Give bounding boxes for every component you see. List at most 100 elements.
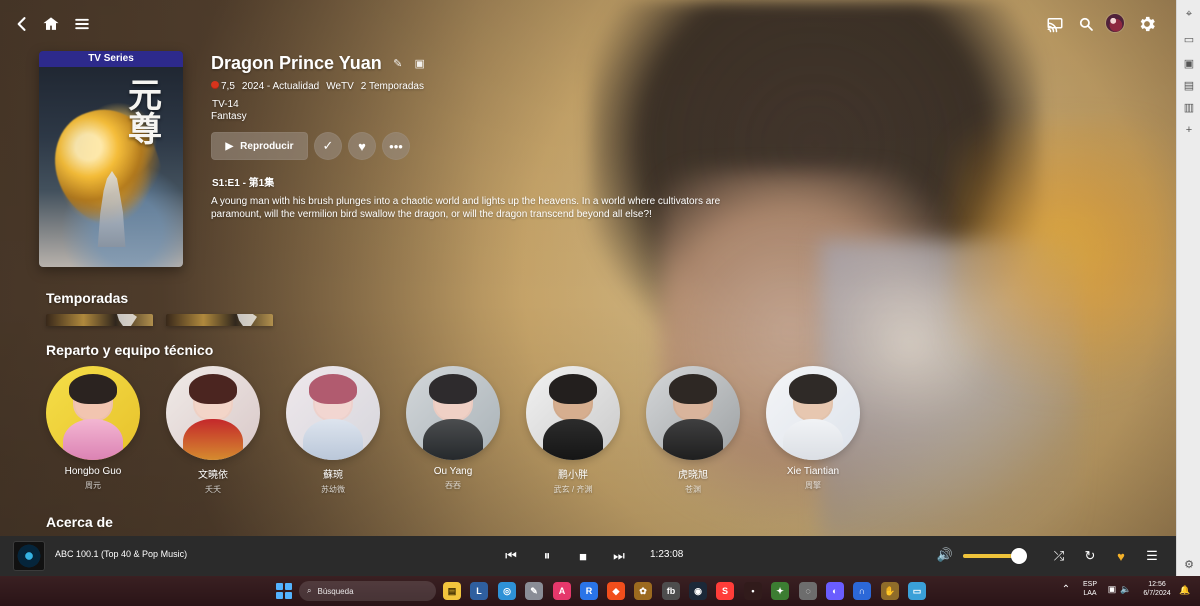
cast-name: 鹏小胖 (558, 470, 588, 481)
start-square (276, 592, 283, 599)
network-name: WeTV (326, 81, 354, 92)
more-icon: ••• (389, 138, 403, 154)
start-square (285, 592, 292, 599)
edit-icon[interactable]: ✎ (392, 57, 404, 70)
back-icon[interactable] (12, 14, 32, 34)
favorite-button[interactable]: ♥ (1111, 546, 1131, 566)
cast-card[interactable]: Hongbo Guo 周元 (46, 366, 140, 494)
taskbar-search[interactable]: ⌕ Búsqueda (299, 581, 436, 601)
cast-avatar (646, 366, 740, 460)
app-icon-fb[interactable]: fb (662, 582, 680, 600)
network-icon[interactable]: ▣ (1107, 584, 1117, 594)
shuffle-button[interactable]: ⤮ (1049, 546, 1069, 566)
station-thumbnail[interactable] (14, 542, 44, 570)
cast-card[interactable]: 虎晓旭 苍渊 (646, 366, 740, 494)
cast-name: 虎晓旭 (678, 470, 708, 481)
browser-icon[interactable]: ◆ (607, 582, 625, 600)
content-rating: TV-14 (212, 99, 239, 110)
hair-shape (428, 373, 478, 404)
pin-icon[interactable]: ⌖ (1183, 8, 1195, 20)
app-icon-a[interactable]: A (553, 582, 571, 600)
pause-button[interactable]: ⏸ (537, 546, 557, 566)
taskbar-clock[interactable]: 12:56 6/7/2024 (1139, 580, 1175, 598)
cast-list: Hongbo Guo 周元 文曉依 夭夭 蘇琬 苏幼微 Ou Yang 吞吞 鹏… (46, 366, 876, 494)
steam-icon[interactable]: ◉ (689, 582, 707, 600)
cast-role: 夭夭 (205, 485, 221, 494)
watched-button[interactable]: ✓ (314, 132, 342, 160)
volume-icon[interactable]: 🔊 (936, 546, 954, 564)
app-icon-dot[interactable]: • (744, 582, 762, 600)
start-button[interactable] (276, 583, 292, 599)
season-thumbnail[interactable] (166, 314, 273, 326)
clock-date: 6/7/2024 (1143, 590, 1171, 597)
favorite-button[interactable]: ♥ (348, 132, 376, 160)
show-title: Dragon Prince Yuan (211, 52, 382, 73)
app-icon-l[interactable]: L (470, 582, 488, 600)
notification-icon[interactable]: 🔔 (1179, 585, 1190, 595)
app-icon-pen[interactable]: ✎ (525, 582, 543, 600)
stop-button[interactable]: ■ (573, 546, 593, 566)
app-icon-r[interactable]: R (580, 582, 598, 600)
start-square (276, 583, 283, 590)
cast-card[interactable]: 文曉依 夭夭 (166, 366, 260, 494)
speaker-icon[interactable]: 🔈 (1120, 584, 1131, 594)
cast-avatar (766, 366, 860, 460)
language-indicator[interactable]: ESP LAA (1079, 580, 1101, 598)
play-button[interactable]: ▶ Reproducir (211, 132, 308, 160)
cast-card[interactable]: Xie Tiantian 周擎 (766, 366, 860, 494)
search-icon[interactable] (1077, 15, 1095, 33)
folder-icon[interactable]: ▭ (1183, 33, 1195, 46)
app-icon-circle[interactable]: ◌ (799, 582, 817, 600)
season-thumbnail[interactable] (46, 314, 153, 326)
repeat-button[interactable]: ↻ (1080, 546, 1100, 566)
file-explorer-icon[interactable]: ▤ (443, 582, 461, 600)
cast-avatar (286, 366, 380, 460)
app-icon-leaf[interactable]: ✦ (771, 582, 789, 600)
next-track-button[interactable]: ⏭ (609, 546, 629, 566)
hair-shape (308, 373, 358, 404)
settings-icon[interactable] (1137, 14, 1157, 34)
discord-icon[interactable]: ◐ (826, 582, 844, 600)
year-range: 2024 - Actualidad (241, 81, 320, 92)
season-art (46, 314, 153, 326)
windows-taskbar: ⌕ Búsqueda ▤ L ◎ ✎ A R ◆ ✿ fb ◉ S • ✦ ◌ … (0, 576, 1200, 606)
sidebar-settings-icon[interactable]: ⚙ (1183, 558, 1195, 571)
cast-avatar (406, 366, 500, 460)
app-icon-s[interactable]: S (716, 582, 734, 600)
tray-chevron-icon[interactable]: ⌃ (1061, 584, 1071, 595)
cast-role: 吞吞 (445, 481, 461, 490)
cast-card[interactable]: 鹏小胖 武玄 / 齐渊 (526, 366, 620, 494)
title-row: Dragon Prince Yuan ✎ ▣ (211, 52, 426, 74)
plus-icon[interactable]: + (1183, 124, 1195, 136)
volume-slider[interactable] (963, 548, 1028, 564)
bookmark-icon[interactable]: ▤ (1183, 79, 1195, 92)
cast-card[interactable]: Ou Yang 吞吞 (406, 366, 500, 494)
app-icon-hand[interactable]: ✋ (881, 582, 899, 600)
volume-slider-thumb[interactable] (1011, 548, 1028, 564)
cast-icon[interactable] (1046, 15, 1064, 33)
wallet-icon[interactable]: ▣ (1183, 57, 1195, 70)
cast-name: Xie Tiantian (786, 466, 840, 477)
app-window: TV Series 元尊 Dragon Prince Yuan ✎ ▣ 7,5 … (0, 0, 1200, 606)
more-button[interactable]: ••• (382, 132, 410, 160)
taskbar-search-placeholder: Búsqueda (317, 586, 354, 596)
app-icon-warm[interactable]: ✿ (634, 582, 652, 600)
cast-role: 苏幼微 (321, 485, 345, 494)
queue-button[interactable]: ☰ (1142, 546, 1162, 566)
home-icon[interactable] (41, 14, 61, 34)
cast-name: Ou Yang (433, 466, 473, 477)
show-poster[interactable]: TV Series 元尊 (39, 51, 183, 267)
app-icon-globe[interactable]: ◎ (498, 582, 516, 600)
browser-sidebar: ⌖ ▭ ▣ ▤ ▥ + ⚙ (1176, 0, 1200, 576)
app-icon-arch[interactable]: ∩ (853, 582, 871, 600)
menu-icon[interactable] (72, 14, 92, 34)
top-navigation (0, 0, 1176, 48)
app-icon-window[interactable]: ▭ (908, 582, 926, 600)
user-avatar[interactable] (1106, 14, 1124, 32)
cast-avatar (526, 366, 620, 460)
cast-card[interactable]: 蘇琬 苏幼微 (286, 366, 380, 494)
poster-title-art: 元尊 (128, 76, 162, 150)
reader-icon[interactable]: ▥ (1183, 101, 1195, 114)
image-icon[interactable]: ▣ (414, 57, 426, 70)
previous-track-button[interactable]: ⏮ (501, 546, 521, 566)
